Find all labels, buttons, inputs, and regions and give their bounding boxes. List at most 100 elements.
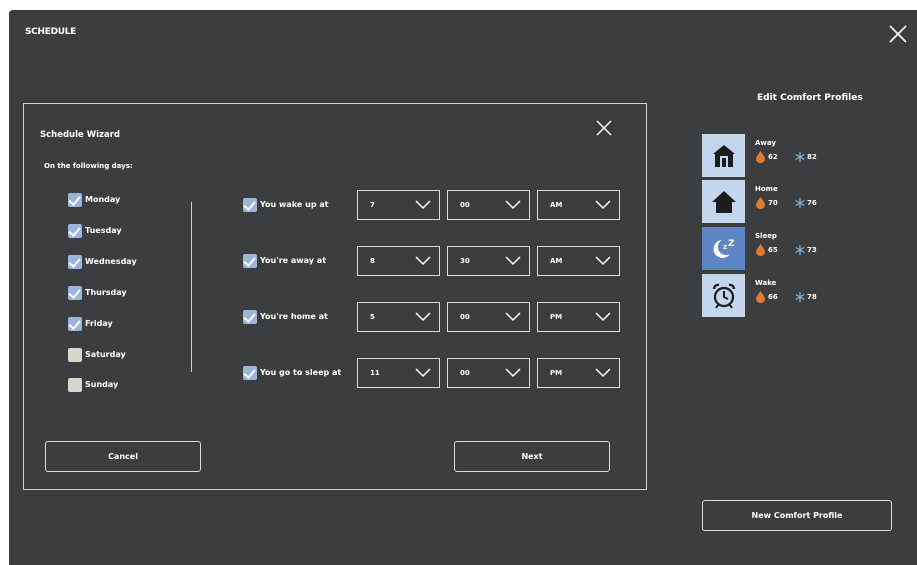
chevron-down-icon xyxy=(505,200,521,210)
checkbox[interactable] xyxy=(68,377,82,392)
chevron-down-icon xyxy=(595,200,611,210)
away-house-icon xyxy=(712,144,735,167)
minute-select-away[interactable]: 30 xyxy=(447,246,530,276)
flame-icon xyxy=(756,244,765,256)
select-value: 7 xyxy=(370,201,375,209)
day-label: Monday xyxy=(85,195,121,204)
hour-select-sleep[interactable]: 11 xyxy=(357,358,440,388)
cool-setpoint: 82 xyxy=(807,153,817,161)
profile-tile[interactable] xyxy=(702,134,745,177)
select-value: PM xyxy=(550,313,563,321)
schedule-window: SCHEDULE Schedule Wizard On the followin… xyxy=(9,10,917,565)
alarm-clock-icon xyxy=(712,283,735,309)
checkbox[interactable] xyxy=(243,309,257,324)
event-checkbox-sleep[interactable]: You go to sleep at xyxy=(243,365,341,380)
wizard-close-icon[interactable] xyxy=(595,119,613,137)
day-label: Sunday xyxy=(85,380,119,389)
chevron-down-icon xyxy=(415,368,431,378)
day-label: Wednesday xyxy=(85,257,137,266)
day-checkbox-friday[interactable]: Friday xyxy=(68,316,113,331)
select-value: 00 xyxy=(460,201,470,209)
select-value: 8 xyxy=(370,257,375,265)
chevron-down-icon xyxy=(415,256,431,266)
heat-setpoint: 62 xyxy=(768,153,778,161)
hour-select-wake[interactable]: 7 xyxy=(357,190,440,220)
snowflake-icon xyxy=(795,292,805,302)
wizard-title: Schedule Wizard xyxy=(40,130,120,140)
chevron-down-icon xyxy=(505,312,521,322)
event-label: You wake up at xyxy=(260,200,329,209)
flame-icon xyxy=(756,197,765,209)
ampm-select-sleep[interactable]: PM xyxy=(537,358,620,388)
heat-setpoint: 65 xyxy=(768,246,778,254)
day-checkbox-wednesday[interactable]: Wednesday xyxy=(68,254,137,269)
select-value: 11 xyxy=(370,369,380,377)
checkbox[interactable] xyxy=(243,197,257,212)
checkbox[interactable] xyxy=(68,285,82,300)
event-checkbox-home[interactable]: You're home at xyxy=(243,309,328,324)
new-comfort-profile-button[interactable]: New Comfort Profile xyxy=(702,500,892,531)
day-checkbox-thursday[interactable]: Thursday xyxy=(68,285,127,300)
checkbox[interactable] xyxy=(68,347,82,362)
minute-select-home[interactable]: 00 xyxy=(447,302,530,332)
select-value: 30 xyxy=(460,257,470,265)
profile-name: Sleep xyxy=(755,232,777,240)
flame-icon xyxy=(756,291,765,303)
chevron-down-icon xyxy=(505,368,521,378)
cancel-button[interactable]: Cancel xyxy=(45,441,201,472)
close-icon[interactable] xyxy=(887,23,909,45)
checkbox[interactable] xyxy=(68,316,82,331)
day-label: Thursday xyxy=(85,288,127,297)
divider xyxy=(191,202,192,372)
profile-tile[interactable] xyxy=(702,180,745,223)
event-checkbox-wake[interactable]: You wake up at xyxy=(243,197,329,212)
cool-setpoint: 76 xyxy=(807,199,817,207)
snowflake-icon xyxy=(795,198,805,208)
checkbox[interactable] xyxy=(68,254,82,269)
snowflake-icon xyxy=(795,152,805,162)
ampm-select-home[interactable]: PM xyxy=(537,302,620,332)
next-button[interactable]: Next xyxy=(454,441,610,472)
event-label: You're home at xyxy=(260,312,328,321)
day-label: Tuesday xyxy=(85,226,122,235)
heat-setpoint: 70 xyxy=(768,199,778,207)
profile-tile[interactable] xyxy=(702,274,745,317)
day-checkbox-sunday[interactable]: Sunday xyxy=(68,377,118,392)
profiles-title: Edit Comfort Profiles xyxy=(757,93,863,103)
ampm-select-wake[interactable]: AM xyxy=(537,190,620,220)
minute-select-sleep[interactable]: 00 xyxy=(447,358,530,388)
event-label: You're away at xyxy=(260,256,327,265)
day-checkbox-monday[interactable]: Monday xyxy=(68,192,120,207)
svg-text:Z: Z xyxy=(728,239,735,249)
minute-select-wake[interactable]: 00 xyxy=(447,190,530,220)
hour-select-away[interactable]: 8 xyxy=(357,246,440,276)
day-checkbox-tuesday[interactable]: Tuesday xyxy=(68,223,122,238)
svg-text:z: z xyxy=(723,243,727,251)
cool-setpoint: 73 xyxy=(807,246,817,254)
checkbox[interactable] xyxy=(243,253,257,268)
event-checkbox-away[interactable]: You're away at xyxy=(243,253,326,268)
chevron-down-icon xyxy=(415,312,431,322)
days-label: On the following days: xyxy=(44,162,133,170)
flame-icon xyxy=(756,151,765,163)
checkbox[interactable] xyxy=(243,365,257,380)
profile-tile[interactable]: z Z xyxy=(702,227,745,270)
select-value: AM xyxy=(550,201,563,209)
hour-select-home[interactable]: 5 xyxy=(357,302,440,332)
day-checkbox-saturday[interactable]: Saturday xyxy=(68,347,126,362)
checkbox[interactable] xyxy=(68,223,82,238)
checkbox[interactable] xyxy=(68,192,82,207)
chevron-down-icon xyxy=(595,312,611,322)
ampm-select-away[interactable]: AM xyxy=(537,246,620,276)
snowflake-icon xyxy=(795,245,805,255)
chevron-down-icon xyxy=(595,256,611,266)
select-value: AM xyxy=(550,257,563,265)
profile-name: Wake xyxy=(755,279,777,287)
day-label: Friday xyxy=(85,319,113,328)
select-value: 00 xyxy=(460,313,470,321)
chevron-down-icon xyxy=(505,256,521,266)
cool-setpoint: 78 xyxy=(807,293,817,301)
profile-name: Away xyxy=(755,139,776,147)
profile-name: Home xyxy=(755,185,778,193)
heat-setpoint: 66 xyxy=(768,293,778,301)
